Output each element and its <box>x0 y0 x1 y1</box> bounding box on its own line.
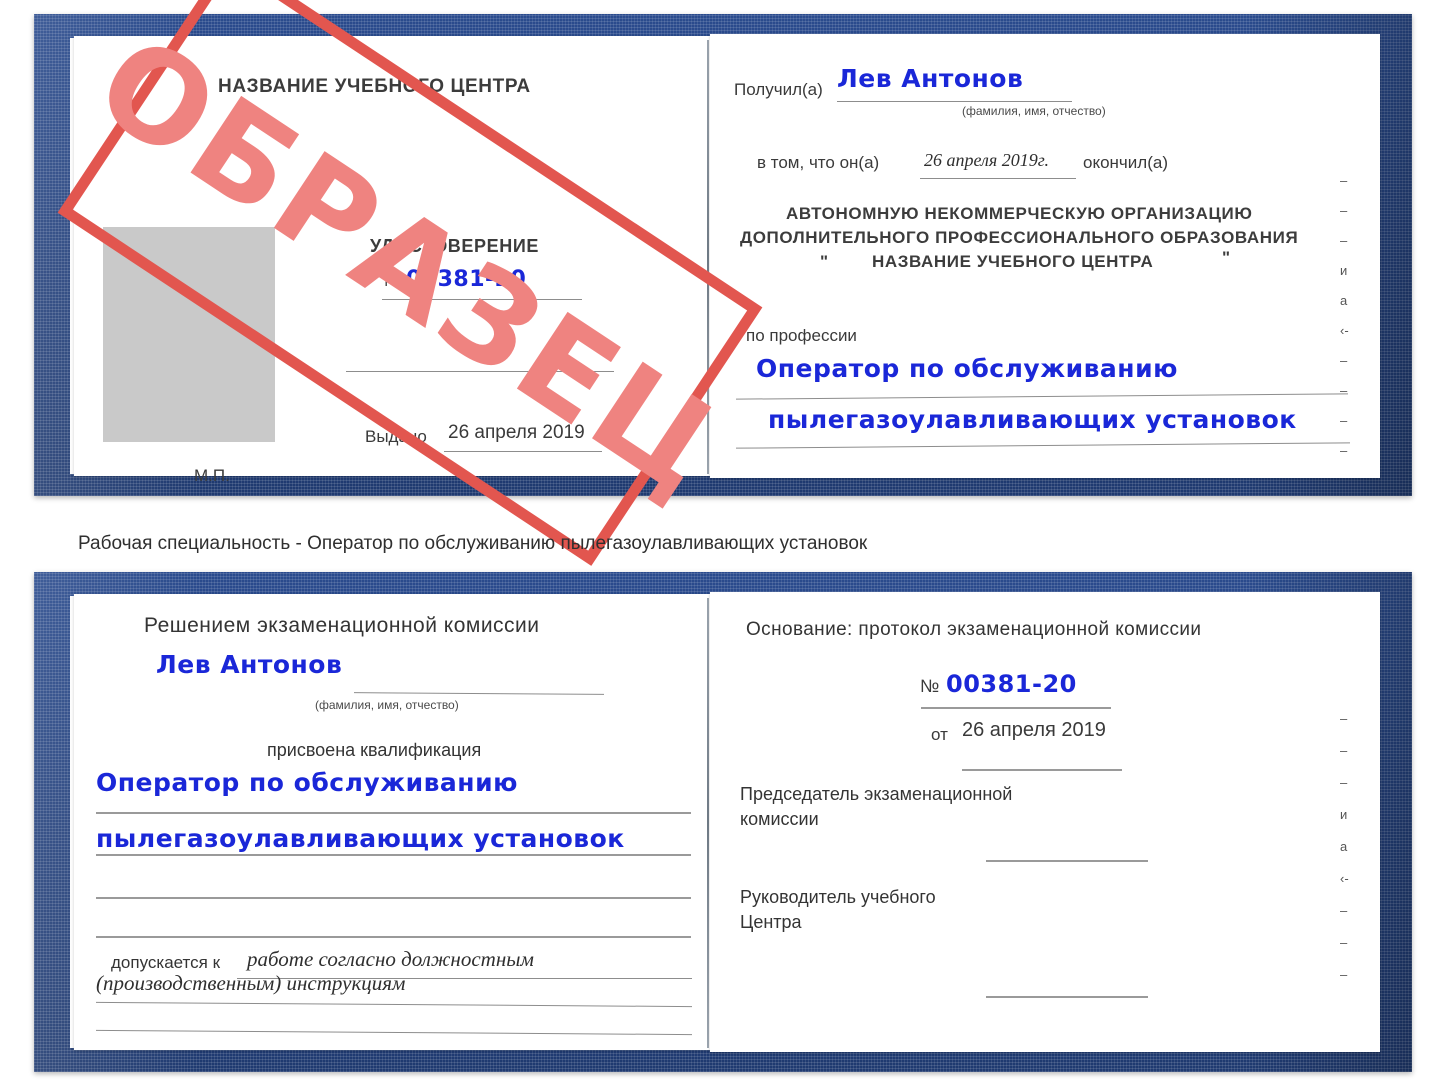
edge-marks-bottom: – – – и а ‹- – – – <box>1340 711 1349 982</box>
certificate-bottom: Решением экзаменационной комиссии Лев Ан… <box>34 572 1412 1072</box>
blank-rule-top-left <box>346 371 614 372</box>
issued-value-top-left: 26 апреля 2019 <box>448 422 585 443</box>
certificate-top: НАЗВАНИЕ УЧЕБНОГО ЦЕНТРА УДОСТОВЕРЕНИЕ №… <box>34 14 1412 496</box>
book-spine-top <box>707 40 709 474</box>
head-sign-rule <box>986 996 1148 998</box>
basis-number-label: № <box>920 676 940 696</box>
edge-marks-top: – – – и а ‹- – – – – <box>1340 173 1349 458</box>
qualification-line1: Оператор по обслуживанию <box>96 768 518 797</box>
qual-rule-3 <box>96 897 691 899</box>
that-rule <box>920 178 1076 179</box>
chairman-line2: комиссии <box>740 809 819 829</box>
chairman-line1: Председатель экзаменационной <box>740 784 1013 804</box>
quote-open: " <box>820 252 829 271</box>
number-rule-top-left <box>382 299 582 300</box>
commission-name: Лев Антонов <box>156 650 343 679</box>
profession-label: по профессии <box>746 326 857 345</box>
received-label: Получил(а) <box>734 80 823 99</box>
basis-date-label: от <box>931 725 948 744</box>
number-label-top-left: № <box>384 271 403 290</box>
stamp-label-top-left: М.П. <box>194 466 230 485</box>
qual-rule-2 <box>96 854 691 856</box>
chairman-sign-rule <box>986 860 1148 862</box>
basis-date-rule <box>962 769 1122 771</box>
qual-rule-1 <box>96 812 691 814</box>
org-line2: ДОПОЛНИТЕЛЬНОГО ПРОФЕССИОНАЛЬНОГО ОБРАЗО… <box>740 228 1299 247</box>
number-value-top-left: 00381-20 <box>406 267 527 292</box>
that-value: 26 апреля 2019г. <box>924 150 1050 170</box>
received-value: Лев Антонов <box>837 64 1024 93</box>
profession-line1: Оператор по обслуживанию <box>756 354 1178 383</box>
basis-date-value: 26 апреля 2019 <box>962 719 1106 741</box>
basis-number-value: 00381-20 <box>946 670 1077 698</box>
head-line1: Руководитель учебного <box>740 887 936 907</box>
qualification-line2: пылегазоулавливающих установок <box>96 824 625 853</box>
quote-close: " <box>1222 248 1231 267</box>
qualification-label: присвоена квалификация <box>267 740 482 760</box>
org-title-top-left: НАЗВАНИЕ УЧЕБНОГО ЦЕНТРА <box>218 76 531 97</box>
allowed-value-line1: работе согласно должностным <box>247 947 534 971</box>
qual-rule-4 <box>96 936 691 938</box>
issued-rule-top-left <box>444 451 602 452</box>
head-line2: Центра <box>740 912 802 932</box>
that-label: в том, что он(а) <box>757 153 880 172</box>
basis-number-rule <box>921 707 1111 709</box>
basis-label: Основание: протокол экзаменационной коми… <box>746 619 1202 640</box>
org-line1: АВТОНОМНУЮ НЕКОММЕРЧЕСКУЮ ОРГАНИЗАЦИЮ <box>786 204 1253 223</box>
issued-label-top-left: Выдано <box>365 427 427 446</box>
fio-hint-top: (фамилия, имя, отчество) <box>962 104 1106 118</box>
received-rule <box>837 101 1072 102</box>
allowed-value-line2: (производственным) инструкциям <box>96 971 406 995</box>
allowed-label: допускается к <box>111 953 221 972</box>
book-spine-bottom <box>707 598 709 1048</box>
finished-label: окончил(а) <box>1083 153 1168 172</box>
commission-heading: Решением экзаменационной комиссии <box>144 614 540 637</box>
page-caption: Рабочая специальность - Оператор по обсл… <box>78 533 868 554</box>
doc-title-top-left: УДОСТОВЕРЕНИЕ <box>370 236 539 256</box>
photo-placeholder <box>103 227 275 442</box>
profession-line2: пылегазоулавливающих установок <box>768 405 1297 434</box>
fio-hint-bottom: (фамилия, имя, отчество) <box>315 698 459 712</box>
org-line3: НАЗВАНИЕ УЧЕБНОГО ЦЕНТРА <box>872 252 1154 271</box>
